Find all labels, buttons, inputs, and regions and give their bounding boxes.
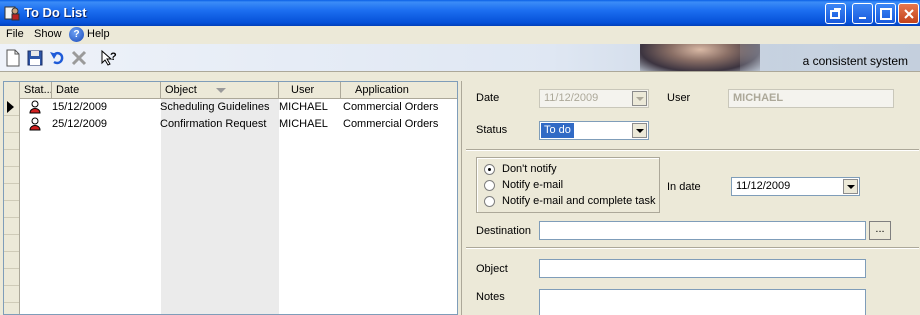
row-selector-gutter[interactable] <box>4 82 20 314</box>
status-label: Status <box>476 124 508 136</box>
cell-object[interactable]: Scheduling Guidelines <box>160 101 269 113</box>
row-separator <box>4 115 19 116</box>
row-separator <box>4 149 19 150</box>
row-separator <box>4 217 19 218</box>
browse-destination-button[interactable]: ... <box>869 221 891 240</box>
close-button[interactable] <box>898 3 919 24</box>
col-header-date[interactable]: Date <box>52 82 161 99</box>
section-divider <box>466 149 919 151</box>
user-field[interactable]: MICHAEL <box>728 89 894 108</box>
cell-object[interactable]: Confirmation Request <box>160 118 266 130</box>
row-separator <box>4 183 19 184</box>
chevron-down-icon[interactable] <box>632 123 647 138</box>
date-value: 11/12/2009 <box>544 92 599 104</box>
row-separator <box>4 132 19 133</box>
window-title: To Do List <box>24 5 87 20</box>
col-header-object-label: Object <box>165 84 197 96</box>
status-person-icon <box>29 117 41 131</box>
in-date-combo[interactable]: 11/12/2009 <box>731 177 860 196</box>
help-icon[interactable]: ? <box>69 27 84 42</box>
maximize-button[interactable] <box>875 3 896 24</box>
new-icon[interactable] <box>4 49 22 67</box>
minimize-button[interactable] <box>852 3 873 24</box>
chevron-down-icon[interactable] <box>632 91 647 106</box>
date-combo[interactable]: 11/12/2009 <box>539 89 649 108</box>
menu-file[interactable]: File <box>6 28 24 40</box>
row-separator <box>4 268 19 269</box>
cell-date[interactable]: 25/12/2009 <box>52 118 107 130</box>
notify-option-label: Notify e-mail <box>502 179 564 191</box>
tagline: a consistent system <box>802 54 908 68</box>
section-divider <box>466 247 919 249</box>
menu-show[interactable]: Show <box>34 28 62 40</box>
cell-user[interactable]: MICHAEL <box>279 101 328 113</box>
restore-app-button[interactable] <box>825 3 846 24</box>
save-icon[interactable] <box>26 49 44 67</box>
row-separator <box>4 251 19 252</box>
toolbar: ? a consistent system <box>0 44 920 72</box>
in-date-value: 11/12/2009 <box>736 180 791 192</box>
destination-label: Destination <box>476 225 532 237</box>
task-detail-form: Date 11/12/2009 User MICHAEL Status To d… <box>461 81 920 315</box>
cell-user[interactable]: MICHAEL <box>279 118 328 130</box>
object-field[interactable] <box>539 259 866 278</box>
col-header-object[interactable]: Object <box>161 82 279 99</box>
status-person-icon <box>29 100 41 114</box>
close-icon <box>904 9 914 19</box>
in-date-label: In date <box>667 181 701 193</box>
notes-textarea[interactable] <box>539 289 866 315</box>
current-row-indicator <box>7 101 14 113</box>
notify-radio-group: Don't notify Notify e-mail Notify e-mail… <box>476 157 660 213</box>
restore-icon <box>830 8 841 19</box>
app-icon <box>4 6 20 21</box>
status-combo[interactable]: To do <box>539 121 649 140</box>
col-header-user[interactable]: User <box>279 82 341 99</box>
todo-list-grid[interactable]: Stat... Date Object User Application 15/… <box>3 81 458 315</box>
date-label: Date <box>476 92 500 104</box>
object-column-shade <box>161 99 279 314</box>
user-label: User <box>667 92 691 104</box>
menu-bar: File Show Help <box>0 26 920 44</box>
sort-arrow-icon <box>216 88 226 93</box>
row-separator <box>4 234 19 235</box>
status-value: To do <box>541 123 574 138</box>
row-separator <box>4 285 19 286</box>
context-help-icon[interactable]: ? <box>100 49 118 67</box>
menu-help[interactable]: Help <box>87 28 110 40</box>
cell-application[interactable]: Commercial Orders <box>343 118 438 130</box>
undo-icon[interactable] <box>48 49 66 67</box>
col-header-status[interactable]: Stat... <box>20 82 52 99</box>
minimize-icon <box>859 17 866 19</box>
row-separator <box>4 166 19 167</box>
radio-button[interactable] <box>484 180 495 191</box>
col-header-application[interactable]: Application <box>341 82 457 99</box>
svg-text:?: ? <box>110 51 117 63</box>
notes-label: Notes <box>476 291 505 303</box>
radio-button[interactable] <box>484 196 495 207</box>
row-separator <box>4 302 19 303</box>
notify-option-label: Don't notify <box>502 163 557 175</box>
chevron-down-icon[interactable] <box>843 179 858 194</box>
delete-icon[interactable] <box>70 49 88 67</box>
maximize-icon <box>880 8 892 20</box>
radio-button[interactable] <box>484 164 495 175</box>
destination-field[interactable] <box>539 221 866 240</box>
cell-application[interactable]: Commercial Orders <box>343 101 438 113</box>
notify-option-label: Notify e-mail and complete task <box>502 195 656 207</box>
row-separator <box>4 200 19 201</box>
cell-date[interactable]: 15/12/2009 <box>52 101 107 113</box>
title-bar[interactable]: To Do List <box>0 0 920 26</box>
object-label: Object <box>476 263 508 275</box>
